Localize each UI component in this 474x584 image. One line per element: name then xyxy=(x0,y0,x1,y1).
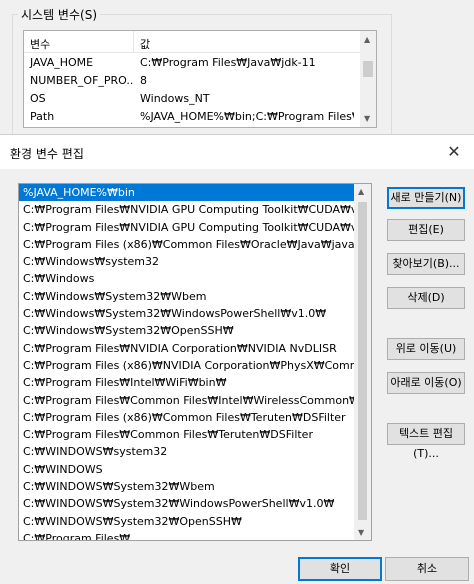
scrollbar-thumb[interactable] xyxy=(358,202,367,520)
sysvar-name: Path xyxy=(30,109,55,123)
sysvar-value: %JAVA_HOME%₩bin;C:₩Program Files₩N... xyxy=(140,109,354,123)
list-item[interactable]: C:₩Program Files₩NVIDIA GPU Computing To… xyxy=(19,219,354,236)
sysvar-name: NUMBER_OF_PRO... xyxy=(30,73,134,87)
sysvar-name: OS xyxy=(30,91,46,105)
list-header: 변수 값 xyxy=(24,31,376,53)
sysvar-value: C:₩Program Files₩Java₩jdk-11 xyxy=(140,55,316,69)
edit-environment-variable-dialog: 환경 변수 편집 ✕ %JAVA_HOME%₩bin C:₩Program Fi… xyxy=(0,134,474,584)
list-item[interactable]: C:₩Program Files₩Intel₩WiFi₩bin₩ xyxy=(19,374,354,391)
close-icon[interactable]: ✕ xyxy=(434,135,474,169)
dialog-title: 환경 변수 편집 xyxy=(10,147,84,161)
browse-button[interactable]: 찾아보기(B)... xyxy=(387,253,465,275)
column-header-variable[interactable]: 변수 xyxy=(24,31,134,52)
list-item[interactable]: C:₩Windows₩System32₩Wbem xyxy=(19,288,354,305)
list-item[interactable]: C:₩Program Files (x86)₩NVIDIA Corporatio… xyxy=(19,357,354,374)
new-button[interactable]: 새로 만들기(N) xyxy=(387,187,465,209)
list-item[interactable]: C:₩Program Files (x86)₩Common Files₩Teru… xyxy=(19,409,354,426)
sysvar-value: Windows_NT xyxy=(140,91,210,105)
sysvar-row[interactable]: Path %JAVA_HOME%₩bin;C:₩Program Files₩N.… xyxy=(24,107,376,125)
title-bar: 환경 변수 편집 ✕ xyxy=(0,135,474,169)
edit-button[interactable]: 편집(E) xyxy=(387,219,465,241)
scroll-down-icon[interactable]: ▼ xyxy=(364,114,370,123)
list-item[interactable]: C:₩Program Files₩NVIDIA GPU Computing To… xyxy=(19,201,354,218)
move-down-button[interactable]: 아래로 이동(O) xyxy=(387,372,465,394)
list-item[interactable]: C:₩Windows₩system32 xyxy=(19,253,354,270)
cancel-button[interactable]: 취소 xyxy=(385,557,469,581)
list-item[interactable]: C:₩WINDOWS₩System32₩WindowsPowerShell₩v1… xyxy=(19,495,354,512)
move-up-button[interactable]: 위로 이동(U) xyxy=(387,338,465,360)
sysvar-value: 8 xyxy=(140,73,147,87)
system-variables-window: 시스템 변수(S) 변수 값 JAVA_HOME C:₩Program File… xyxy=(0,0,474,144)
delete-button[interactable]: 삭제(D) xyxy=(387,287,465,309)
column-header-value[interactable]: 값 xyxy=(134,31,150,52)
list-item[interactable]: C:₩Program Files (x86)₩Common Files₩Orac… xyxy=(19,236,354,253)
list-item[interactable]: C:₩Windows₩System32₩WindowsPowerShell₩v1… xyxy=(19,305,354,322)
sysvar-row[interactable]: NUMBER_OF_PRO... 8 xyxy=(24,71,376,89)
scroll-up-icon[interactable]: ▲ xyxy=(364,35,370,44)
sysvar-row[interactable]: JAVA_HOME C:₩Program Files₩Java₩jdk-11 xyxy=(24,53,376,71)
sysvar-row[interactable]: OS Windows_NT xyxy=(24,89,376,107)
scroll-up-icon[interactable]: ▲ xyxy=(358,187,364,196)
list-item[interactable]: C:₩Program Files₩... xyxy=(19,530,354,540)
list-item[interactable]: C:₩Windows xyxy=(19,270,354,287)
list-item[interactable]: C:₩Program Files₩Common Files₩Teruten₩DS… xyxy=(19,426,354,443)
list-item[interactable]: C:₩Program Files₩Common Files₩Intel₩Wire… xyxy=(19,392,354,409)
scroll-down-icon[interactable]: ▼ xyxy=(358,528,364,537)
vertical-scrollbar[interactable]: ▲ ▼ xyxy=(360,31,376,127)
system-variables-label: 시스템 변수(S) xyxy=(18,6,100,23)
system-variables-list[interactable]: 변수 값 JAVA_HOME C:₩Program Files₩Java₩jdk… xyxy=(23,30,377,128)
vertical-scrollbar[interactable]: ▲ ▼ xyxy=(354,184,371,540)
list-item[interactable]: C:₩Program Files₩NVIDIA Corporation₩NVID… xyxy=(19,340,354,357)
path-list[interactable]: %JAVA_HOME%₩bin C:₩Program Files₩NVIDIA … xyxy=(18,183,372,541)
list-item[interactable]: C:₩WINDOWS₩system32 xyxy=(19,443,354,460)
list-item[interactable]: C:₩Windows₩System32₩OpenSSH₩ xyxy=(19,322,354,339)
sysvar-name: JAVA_HOME xyxy=(30,55,94,69)
list-item[interactable]: %JAVA_HOME%₩bin xyxy=(19,184,354,202)
scrollbar-thumb[interactable] xyxy=(363,61,373,77)
list-item[interactable]: C:₩WINDOWS₩System32₩Wbem xyxy=(19,478,354,495)
list-item[interactable]: C:₩WINDOWS xyxy=(19,461,354,478)
edit-text-button[interactable]: 텍스트 편집(T)... xyxy=(387,423,465,460)
ok-button[interactable]: 확인 xyxy=(298,557,382,581)
list-item[interactable]: C:₩WINDOWS₩System32₩OpenSSH₩ xyxy=(19,513,354,530)
